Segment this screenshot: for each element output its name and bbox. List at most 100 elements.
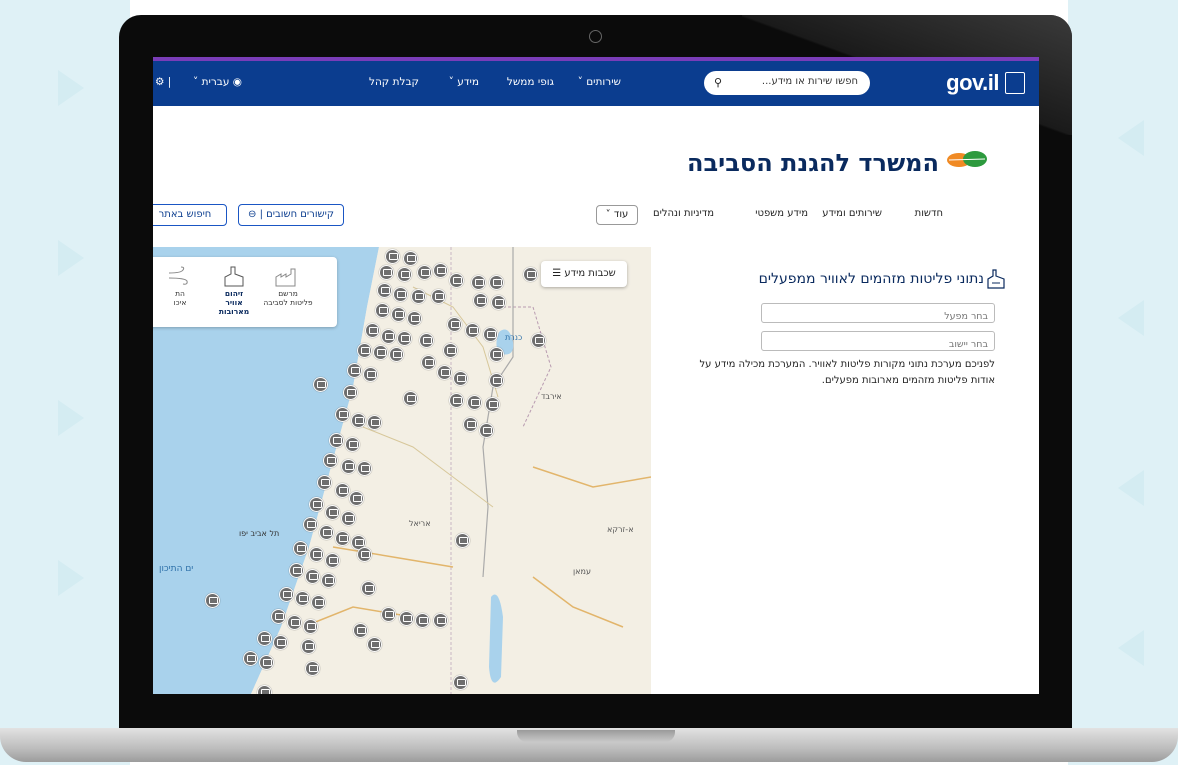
menu-news[interactable]: חדשות	[915, 208, 943, 219]
factory-pin[interactable]	[347, 363, 362, 378]
factory-pin[interactable]	[311, 595, 326, 610]
factory-pin[interactable]	[243, 651, 258, 666]
factory-pin[interactable]	[273, 635, 288, 650]
factory-pin[interactable]	[397, 331, 412, 346]
factory-pin[interactable]	[385, 249, 400, 264]
category-air-quality[interactable]: הת איכו	[155, 257, 205, 327]
factory-pin[interactable]	[351, 413, 366, 428]
factory-pin[interactable]	[271, 609, 286, 624]
menu-legal-info[interactable]: מידע משפטי	[755, 208, 808, 219]
factory-pin[interactable]	[325, 553, 340, 568]
factory-pin[interactable]	[463, 417, 478, 432]
factory-pin[interactable]	[335, 407, 350, 422]
factory-input[interactable]	[762, 307, 994, 326]
factory-select[interactable]	[761, 303, 995, 326]
factory-pin[interactable]	[343, 385, 358, 400]
factory-pin[interactable]	[377, 283, 392, 298]
settlement-input[interactable]	[762, 335, 994, 354]
menu-policies[interactable]: מדיניות ונהלים	[653, 208, 714, 219]
info-layers-button[interactable]: שכבות מידע ☰	[541, 261, 627, 287]
factory-pin[interactable]	[403, 391, 418, 406]
factory-pin[interactable]	[363, 367, 378, 382]
factory-pin[interactable]	[531, 333, 546, 348]
factory-pin[interactable]	[303, 619, 318, 634]
factory-pin[interactable]	[483, 327, 498, 342]
factory-pin[interactable]	[289, 563, 304, 578]
category-chimney-pollution[interactable]: זיהום אוויר מארובות	[209, 257, 259, 327]
nav-reception[interactable]: קבלת קהל	[369, 76, 419, 88]
language-selector[interactable]: ◉ עברית ˅	[193, 76, 242, 88]
factory-pin[interactable]	[295, 591, 310, 606]
factory-pin[interactable]	[357, 343, 372, 358]
factory-pin[interactable]	[453, 675, 468, 690]
factory-pin[interactable]	[367, 637, 382, 652]
factory-pin[interactable]	[453, 371, 468, 386]
factory-pin[interactable]	[303, 517, 318, 532]
site-search-button[interactable]: חיפוש באתר	[153, 204, 227, 226]
factory-pin[interactable]	[397, 267, 412, 282]
factory-pin[interactable]	[257, 631, 272, 646]
factory-pin[interactable]	[301, 639, 316, 654]
factory-pin[interactable]	[523, 267, 538, 282]
factory-pin[interactable]	[257, 685, 272, 694]
factory-pin[interactable]	[449, 273, 464, 288]
factory-pin[interactable]	[379, 265, 394, 280]
factory-pin[interactable]	[421, 355, 436, 370]
factory-pin[interactable]	[403, 251, 418, 266]
factory-pin[interactable]	[465, 323, 480, 338]
factory-pin[interactable]	[367, 415, 382, 430]
factory-pin[interactable]	[357, 461, 372, 476]
factory-pin[interactable]	[449, 393, 464, 408]
factory-pin[interactable]	[485, 397, 500, 412]
nav-info[interactable]: מידע ˅	[449, 76, 479, 88]
emissions-map[interactable]: מרשם פליטות לסביבה זיהום אוויר מארובות ה…	[153, 247, 651, 694]
factory-pin[interactable]	[309, 547, 324, 562]
factory-pin[interactable]	[455, 533, 470, 548]
factory-pin[interactable]	[305, 569, 320, 584]
gov-logo[interactable]: gov.il	[946, 70, 1025, 95]
factory-pin[interactable]	[279, 587, 294, 602]
factory-pin[interactable]	[319, 525, 334, 540]
factory-pin[interactable]	[417, 265, 432, 280]
factory-pin[interactable]	[447, 317, 462, 332]
factory-pin[interactable]	[321, 573, 336, 588]
factory-pin[interactable]	[407, 311, 422, 326]
factory-pin[interactable]	[489, 373, 504, 388]
factory-pin[interactable]	[431, 289, 446, 304]
factory-pin[interactable]	[293, 541, 308, 556]
settlement-select[interactable]	[761, 331, 995, 354]
factory-pin[interactable]	[467, 395, 482, 410]
factory-pin[interactable]	[305, 661, 320, 676]
accessibility-icon[interactable]: | ⚙	[155, 76, 171, 88]
search-icon[interactable]: ⚲	[714, 76, 722, 89]
factory-pin[interactable]	[345, 437, 360, 452]
gov-search[interactable]: חפשו שירות או מידע... ⚲	[704, 71, 870, 95]
factory-pin[interactable]	[361, 581, 376, 596]
menu-services-info[interactable]: שירותים ומידע	[822, 208, 882, 219]
factory-pin[interactable]	[437, 365, 452, 380]
factory-pin[interactable]	[381, 607, 396, 622]
factory-pin[interactable]	[489, 275, 504, 290]
nav-services[interactable]: שירותים ˅	[578, 76, 621, 88]
factory-pin[interactable]	[329, 433, 344, 448]
factory-pin[interactable]	[341, 511, 356, 526]
factory-pin[interactable]	[335, 483, 350, 498]
factory-pin[interactable]	[491, 295, 506, 310]
category-emissions-registry[interactable]: מרשם פליטות לסביבה	[263, 257, 313, 327]
factory-pin[interactable]	[443, 343, 458, 358]
factory-pin[interactable]	[335, 531, 350, 546]
factory-pin[interactable]	[287, 615, 302, 630]
factory-pin[interactable]	[205, 593, 220, 608]
factory-pin[interactable]	[411, 289, 426, 304]
factory-pin[interactable]	[259, 655, 274, 670]
factory-pin[interactable]	[393, 287, 408, 302]
factory-pin[interactable]	[323, 453, 338, 468]
factory-pin[interactable]	[473, 293, 488, 308]
factory-pin[interactable]	[471, 275, 486, 290]
factory-pin[interactable]	[389, 347, 404, 362]
factory-pin[interactable]	[415, 613, 430, 628]
factory-pin[interactable]	[349, 491, 364, 506]
menu-more-button[interactable]: עוד ˅	[596, 205, 638, 225]
factory-pin[interactable]	[341, 459, 356, 474]
factory-pin[interactable]	[353, 623, 368, 638]
